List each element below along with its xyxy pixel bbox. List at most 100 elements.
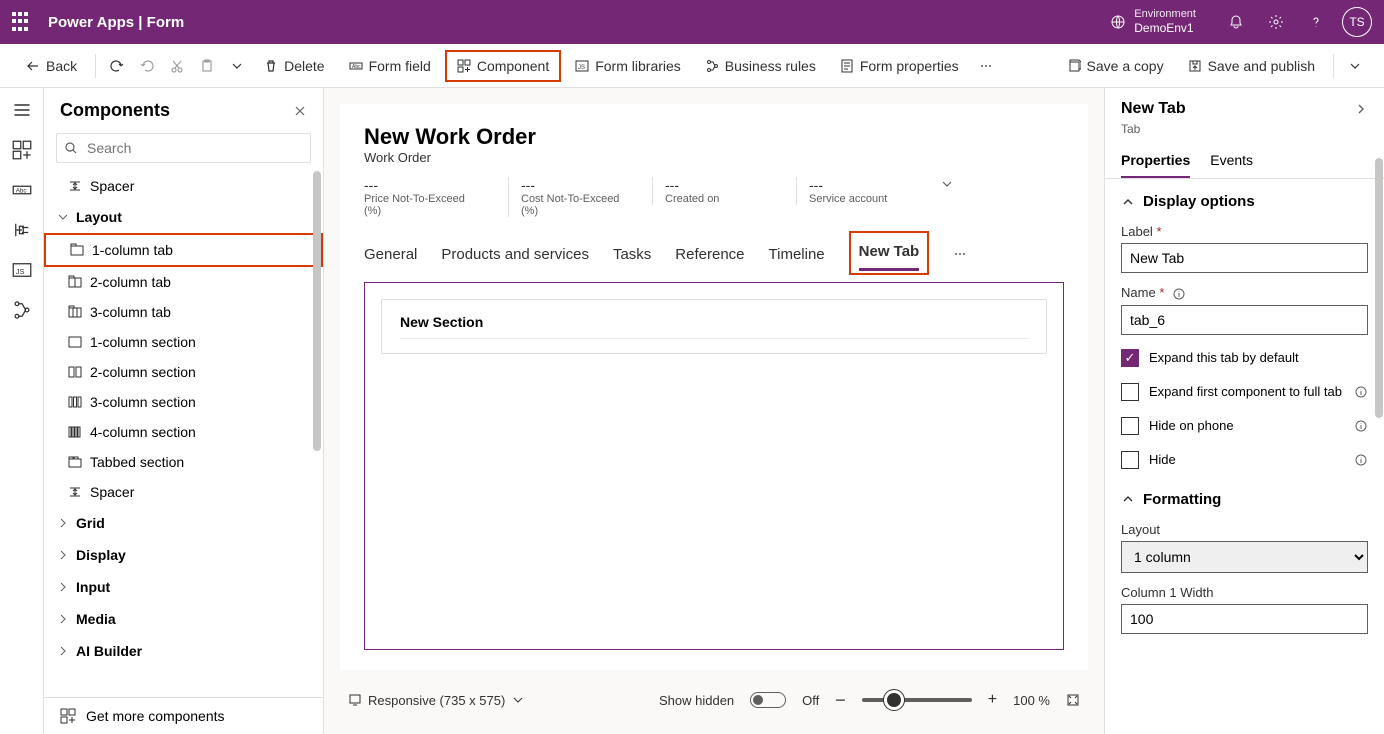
- tab-content[interactable]: New Section: [364, 282, 1064, 650]
- canvas-footer: Responsive (735 x 575) Show hidden Off −…: [340, 682, 1088, 718]
- chevron-right-icon: [56, 644, 70, 658]
- header-field[interactable]: ---Price Not-To-Exceed (%): [364, 177, 484, 217]
- responsive-picker[interactable]: Responsive (735 x 575): [348, 693, 525, 708]
- settings-button[interactable]: [1256, 0, 1296, 44]
- environment-picker[interactable]: Environment DemoEnv1: [1110, 8, 1196, 36]
- zoom-out[interactable]: −: [835, 690, 846, 711]
- section-formatting[interactable]: Formatting: [1105, 477, 1384, 516]
- zoom-in[interactable]: +: [988, 691, 997, 709]
- components-rail-icon[interactable]: [12, 140, 32, 160]
- checkbox-icon: ✓: [1121, 349, 1139, 367]
- chevron-down-icon: [511, 693, 525, 707]
- more-tabs-icon[interactable]: [953, 247, 967, 261]
- close-icon[interactable]: [293, 104, 307, 118]
- layout-select[interactable]: 1 column: [1121, 541, 1368, 573]
- tree-item-2col-section[interactable]: 2-column section: [44, 357, 323, 387]
- js-rail-icon[interactable]: JS: [12, 260, 32, 280]
- chevron-right-icon[interactable]: [1354, 102, 1368, 116]
- rules-icon: [705, 59, 719, 73]
- save-dropdown-button[interactable]: [1342, 53, 1368, 79]
- help-button[interactable]: [1296, 0, 1336, 44]
- undo-button[interactable]: [104, 53, 130, 79]
- tree-group-layout[interactable]: Layout: [44, 201, 323, 233]
- info-icon[interactable]: [1354, 453, 1368, 467]
- tree-item-tabbed-section[interactable]: Tabbed section: [44, 447, 323, 477]
- rules-rail-icon[interactable]: [12, 300, 32, 320]
- redo-button[interactable]: [134, 53, 160, 79]
- tree-item-spacer2[interactable]: Spacer: [44, 477, 323, 507]
- info-icon[interactable]: [1354, 419, 1368, 433]
- chevron-down-button[interactable]: [224, 53, 250, 79]
- search-input[interactable]: [56, 133, 311, 163]
- zoom-slider[interactable]: [862, 698, 972, 702]
- check-expand-first[interactable]: Expand first component to full tab: [1105, 375, 1384, 409]
- get-more-components[interactable]: Get more components: [44, 697, 323, 734]
- tree-item-1col-section[interactable]: 1-column section: [44, 327, 323, 357]
- back-button[interactable]: Back: [16, 52, 87, 80]
- tab-reference[interactable]: Reference: [675, 238, 744, 271]
- info-icon[interactable]: [1354, 385, 1368, 399]
- props-tab-properties[interactable]: Properties: [1121, 144, 1190, 178]
- chevron-down-icon: [940, 177, 954, 191]
- tree-rail-icon[interactable]: [12, 220, 32, 240]
- tab-new[interactable]: New Tab: [859, 235, 920, 271]
- info-icon[interactable]: [1172, 287, 1186, 301]
- save-publish-button[interactable]: Save and publish: [1178, 52, 1325, 80]
- svg-text:Abc: Abc: [352, 64, 361, 70]
- props-tab-events[interactable]: Events: [1210, 144, 1253, 178]
- tree-item-3col-tab[interactable]: 3-column tab: [44, 297, 323, 327]
- delete-button[interactable]: Delete: [254, 52, 334, 80]
- fit-icon[interactable]: [1066, 693, 1080, 707]
- tree-group-ai[interactable]: AI Builder: [44, 635, 323, 667]
- col-width-input[interactable]: [1121, 604, 1368, 634]
- field-rail-icon[interactable]: Abc: [12, 180, 32, 200]
- check-expand-default[interactable]: ✓ Expand this tab by default: [1105, 341, 1384, 375]
- header-field[interactable]: ---Cost Not-To-Exceed (%): [508, 177, 628, 217]
- scrollbar[interactable]: [1375, 158, 1383, 418]
- overflow-button[interactable]: [973, 53, 999, 79]
- tab-general[interactable]: General: [364, 238, 417, 271]
- spacer-icon: [68, 179, 82, 193]
- tree-item-4col-section[interactable]: 4-column section: [44, 417, 323, 447]
- form-field-button[interactable]: AbcForm field: [339, 52, 441, 80]
- chevron-right-icon: [56, 612, 70, 626]
- save-copy-icon: [1067, 59, 1081, 73]
- tab-products[interactable]: Products and services: [441, 238, 589, 271]
- app-launcher-icon[interactable]: [12, 12, 32, 32]
- tree-group-display[interactable]: Display: [44, 539, 323, 571]
- tree-group-grid[interactable]: Grid: [44, 507, 323, 539]
- business-rules-button[interactable]: Business rules: [695, 52, 826, 80]
- header-expand[interactable]: [940, 177, 1074, 191]
- paste-button[interactable]: [194, 53, 220, 79]
- form-properties-button[interactable]: Form properties: [830, 52, 969, 80]
- user-avatar[interactable]: TS: [1342, 7, 1372, 37]
- scrollbar[interactable]: [313, 171, 321, 451]
- show-hidden-toggle[interactable]: [750, 692, 786, 708]
- tree-group-media[interactable]: Media: [44, 603, 323, 635]
- form-subtitle: Work Order: [364, 150, 1064, 165]
- form-libraries-button[interactable]: JSForm libraries: [565, 52, 691, 80]
- section-display-options[interactable]: Display options: [1105, 179, 1384, 218]
- tree-item-3col-section[interactable]: 3-column section: [44, 387, 323, 417]
- check-hide-phone[interactable]: Hide on phone: [1105, 409, 1384, 443]
- tree-item-2col-tab[interactable]: 2-column tab: [44, 267, 323, 297]
- search-box[interactable]: [56, 133, 311, 163]
- tab-timeline[interactable]: Timeline: [769, 238, 825, 271]
- header-field[interactable]: ---Service account: [796, 177, 916, 205]
- notifications-button[interactable]: [1216, 0, 1256, 44]
- cut-button[interactable]: [164, 53, 190, 79]
- hamburger-icon[interactable]: [12, 100, 32, 120]
- header-field[interactable]: ---Created on: [652, 177, 772, 205]
- tree-item-1col-tab[interactable]: 1-column tab: [44, 233, 323, 267]
- label-input[interactable]: [1121, 243, 1368, 273]
- component-button[interactable]: Component: [445, 50, 561, 82]
- props-tabs: Properties Events: [1105, 144, 1384, 179]
- section[interactable]: New Section: [381, 299, 1047, 354]
- globe-icon: [1110, 14, 1126, 30]
- tab-tasks[interactable]: Tasks: [613, 238, 651, 271]
- save-copy-button[interactable]: Save a copy: [1057, 52, 1174, 80]
- tree-group-input[interactable]: Input: [44, 571, 323, 603]
- name-input[interactable]: [1121, 305, 1368, 335]
- check-hide[interactable]: Hide: [1105, 443, 1384, 477]
- tree-item-spacer[interactable]: Spacer: [44, 171, 323, 201]
